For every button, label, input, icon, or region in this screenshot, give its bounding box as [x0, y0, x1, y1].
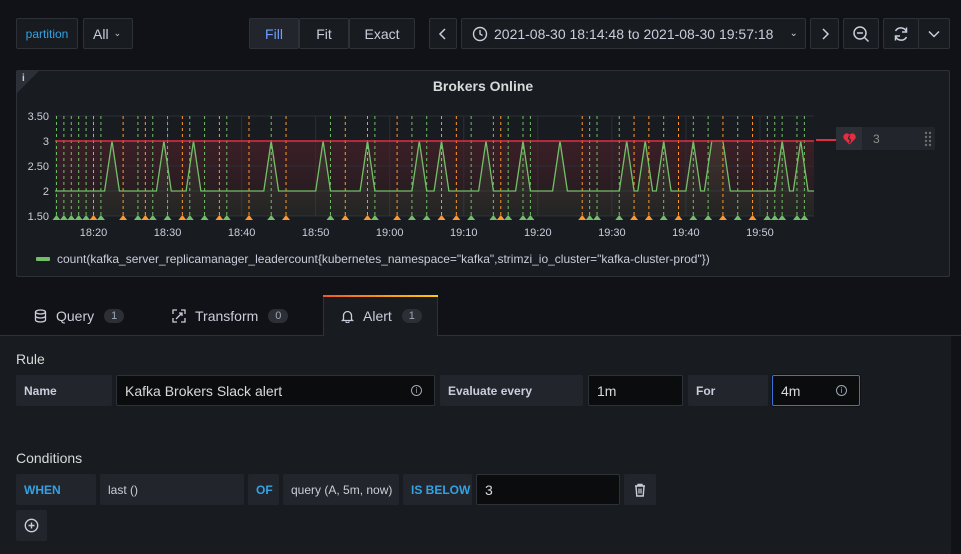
- x-tick-label: 19:20: [524, 227, 552, 239]
- database-icon: [34, 309, 47, 323]
- x-tick-label: 19:50: [746, 227, 774, 239]
- threshold-connector: [816, 139, 836, 141]
- refresh-button[interactable]: [883, 18, 919, 49]
- conditions-heading: Conditions: [16, 450, 83, 466]
- tab-transform-count: 0: [268, 309, 289, 323]
- legend-item[interactable]: count(kafka_server_replicamanager_leader…: [36, 252, 710, 266]
- x-tick-label: 18:50: [302, 227, 330, 239]
- y-tick-label: 1.50: [28, 211, 49, 223]
- fit-fit-button[interactable]: Fit: [299, 18, 349, 49]
- plus-circle-icon: [24, 518, 39, 533]
- rule-name-input[interactable]: Kafka Brokers Slack alert i: [116, 375, 435, 406]
- name-label: Name: [16, 375, 112, 406]
- x-tick-label: 19:30: [598, 227, 626, 239]
- condition-evaluator-select[interactable]: IS BELOW: [403, 474, 472, 505]
- delete-condition-button[interactable]: [624, 474, 656, 505]
- x-tick-label: 19:40: [672, 227, 700, 239]
- tab-transform-label: Transform: [195, 308, 259, 324]
- legend-color-swatch: [36, 257, 50, 261]
- info-icon: i: [836, 385, 847, 396]
- info-icon: i: [411, 385, 422, 396]
- drag-handle-icon: [924, 131, 932, 146]
- condition-threshold-input[interactable]: 3: [476, 474, 620, 505]
- evaluate-every-input[interactable]: 1m: [588, 375, 683, 406]
- variable-partition-select[interactable]: All ⌄: [83, 18, 133, 49]
- chevron-down-icon: [928, 30, 940, 38]
- evaluate-every-value: 1m: [597, 382, 617, 399]
- condition-threshold-value: 3: [485, 481, 493, 498]
- y-tick-label: 3.50: [28, 111, 49, 123]
- threshold-heart-icon-box: [836, 127, 862, 150]
- x-tick-label: 19:00: [376, 227, 404, 239]
- time-forward-button[interactable]: [810, 18, 839, 49]
- for-duration-input[interactable]: 4m i: [772, 375, 860, 406]
- tab-alert-count: 1: [401, 309, 422, 323]
- chevron-down-icon: ⌄: [789, 28, 798, 39]
- for-duration-value: 4m: [781, 382, 801, 399]
- y-tick-label: 3: [43, 136, 49, 148]
- condition-reducer-select[interactable]: last (): [100, 474, 244, 505]
- condition-query-select[interactable]: query (A, 5m, now): [283, 474, 399, 505]
- tab-query-label: Query: [56, 308, 95, 324]
- fit-exact-button[interactable]: Exact: [349, 18, 415, 49]
- tab-query-count: 1: [104, 309, 125, 323]
- tab-alert-active-indicator: [323, 295, 438, 297]
- clock-icon: [472, 26, 488, 41]
- tab-transform[interactable]: Transform 0: [172, 296, 289, 336]
- brokers-online-chart[interactable]: 3.50 3 2.50 2 1.50 18:20 18:30 18:40 18:50 19:00 1…: [17, 100, 817, 250]
- for-label: For: [688, 375, 768, 406]
- tab-query[interactable]: Query 1: [34, 296, 125, 336]
- legend-label: count(kafka_server_replicamanager_leader…: [57, 252, 710, 266]
- y-tick-label: 2.50: [28, 161, 49, 173]
- zoom-out-button[interactable]: [843, 18, 879, 49]
- condition-of-keyword: OF: [248, 474, 279, 505]
- panel-title[interactable]: Brokers Online: [17, 78, 949, 94]
- threshold-handle[interactable]: 3: [836, 127, 935, 150]
- time-back-button[interactable]: [429, 18, 457, 49]
- chevron-right-icon: [821, 27, 829, 40]
- time-range-text: 2021-08-30 18:14:48 to 2021-08-30 19:57:…: [494, 25, 774, 42]
- x-tick-label: 18:20: [80, 227, 108, 239]
- time-range-picker[interactable]: 2021-08-30 18:14:48 to 2021-08-30 19:57:…: [461, 18, 806, 49]
- x-tick-label: 18:30: [154, 227, 182, 239]
- x-tick-label: 18:40: [228, 227, 256, 239]
- tab-alert-label: Alert: [363, 308, 392, 324]
- chevron-left-icon: [438, 27, 446, 40]
- evaluate-every-label: Evaluate every: [440, 375, 583, 406]
- condition-when-keyword: WHEN: [16, 474, 96, 505]
- trash-icon: [635, 483, 645, 497]
- heart-broken-icon: [842, 132, 856, 144]
- variable-value: All: [93, 25, 109, 42]
- refresh-interval-dropdown[interactable]: [918, 18, 950, 49]
- refresh-icon: [894, 26, 908, 41]
- rule-heading: Rule: [16, 351, 45, 367]
- y-tick-label: 2: [43, 186, 49, 198]
- zoom-out-icon: [853, 25, 870, 42]
- variable-partition-label: partition: [16, 18, 78, 49]
- editor-area: [0, 336, 951, 554]
- bell-icon: [341, 310, 354, 323]
- fit-fill-button[interactable]: Fill: [249, 18, 299, 49]
- threshold-value: 3: [873, 131, 880, 146]
- tab-alert[interactable]: Alert 1: [323, 295, 438, 336]
- add-condition-button[interactable]: [16, 510, 47, 541]
- rule-name-value: Kafka Brokers Slack alert: [125, 382, 283, 399]
- transform-icon: [172, 309, 186, 323]
- x-tick-label: 19:10: [450, 227, 478, 239]
- chevron-down-icon: ⌄: [113, 28, 122, 38]
